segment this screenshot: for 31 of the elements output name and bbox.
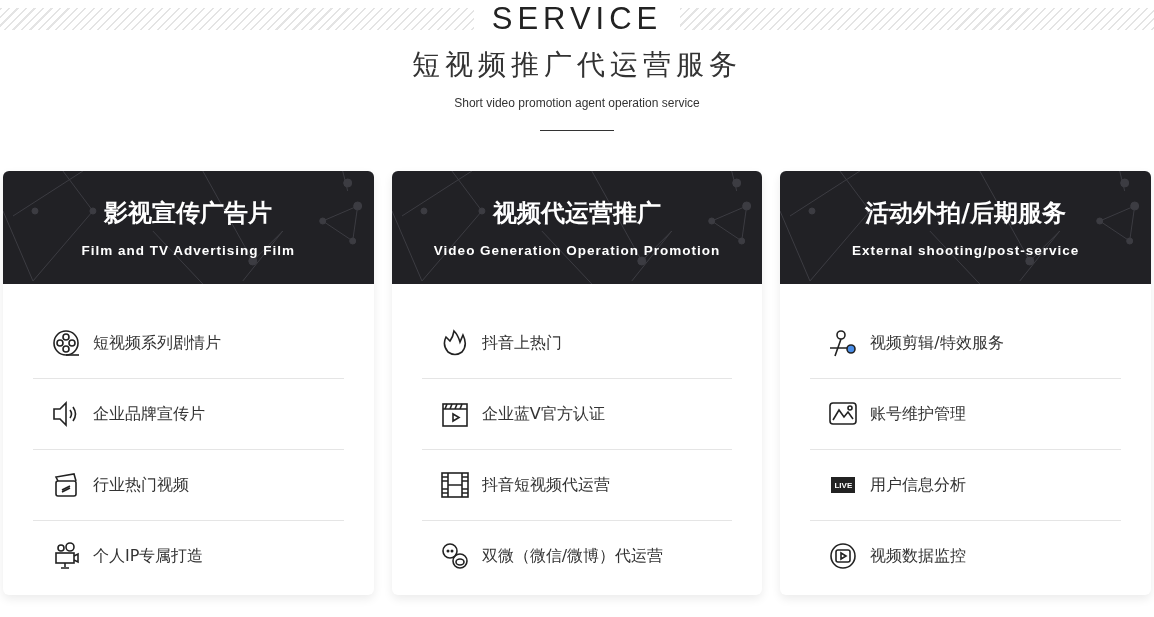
- section-title: SERVICE: [491, 1, 663, 37]
- card-subtitle: Film and TV Advertising Film: [81, 243, 296, 258]
- live-badge-icon: LIVE: [831, 477, 856, 493]
- scissors-icon: [829, 329, 858, 357]
- service-item[interactable]: 短视频系列剧情片: [93, 332, 221, 354]
- service-item[interactable]: 视频剪辑/特效服务: [870, 332, 1004, 354]
- movie-camera-icon: [52, 542, 80, 570]
- service-item[interactable]: 账号维护管理: [870, 403, 967, 425]
- service-item[interactable]: 企业蓝V官方认证: [481, 403, 605, 425]
- card-subtitle: External shooting/post-service: [852, 243, 1080, 258]
- service-item[interactable]: 用户信息分析: [870, 474, 967, 496]
- service-item[interactable]: 抖音短视频代运营: [481, 474, 610, 496]
- card-title: 视频代运营推广: [493, 198, 661, 229]
- picture-icon: [829, 400, 858, 428]
- film-reel-icon: [52, 329, 80, 357]
- film-strip-icon: [440, 471, 469, 499]
- service-item[interactable]: 行业热门视频: [93, 474, 189, 496]
- clapperboard-icon: [440, 400, 469, 428]
- chat-bubbles-icon: [440, 542, 469, 570]
- service-item[interactable]: 企业品牌宣传片: [93, 403, 205, 425]
- card-title: 活动外拍/后期服务: [865, 198, 1067, 229]
- cards-icon: [52, 471, 80, 499]
- section-subtitle: 短视频推广代运营服务: [412, 47, 742, 83]
- card-title: 影视宣传广告片: [104, 198, 273, 229]
- service-item[interactable]: 抖音上热门: [481, 332, 562, 354]
- service-item[interactable]: 视频数据监控: [870, 545, 967, 567]
- service-item[interactable]: 个人IP专属打造: [93, 545, 204, 567]
- section-caption: Short video promotion agent operation service: [454, 96, 700, 110]
- video-player-icon: [829, 542, 858, 570]
- service-item[interactable]: 双微（微信/微博）代运营: [481, 545, 664, 567]
- card-subtitle: Video Generation Operation Promotion: [433, 243, 721, 258]
